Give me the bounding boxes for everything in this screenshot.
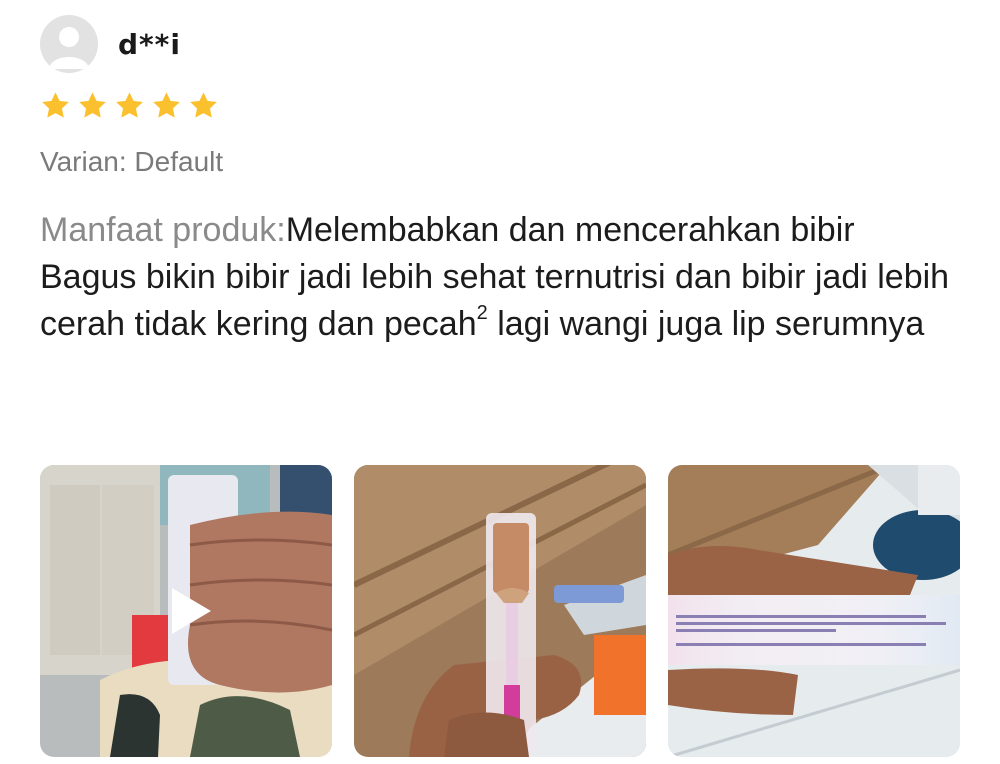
product-photo-image	[354, 465, 646, 757]
star-icon	[190, 92, 217, 118]
benefit-text: Melembabkan dan mencerahkan bibir	[285, 211, 855, 249]
review-text: Manfaat produk:Melembabkan dan mencerahk…	[40, 207, 960, 348]
star-icon	[79, 92, 106, 118]
star-rating	[40, 90, 219, 121]
review-media	[40, 465, 960, 757]
photo-thumbnail[interactable]	[354, 465, 646, 757]
video-thumbnail[interactable]	[40, 465, 332, 757]
star-icon	[153, 92, 180, 118]
product-box-photo-image	[668, 465, 960, 757]
reviewer-username[interactable]: d**i	[118, 28, 181, 61]
star-icon	[42, 92, 69, 118]
star-icon	[116, 92, 143, 118]
comment-superscript: 2	[476, 301, 488, 324]
avatar[interactable]	[40, 15, 98, 73]
photo-thumbnail[interactable]	[668, 465, 960, 757]
review-card: d**i Varian: Default Manfaat produk:Mele…	[0, 0, 1000, 764]
variant-label: Varian: Default	[40, 146, 224, 177]
comment-text-end: lagi wangi juga lip serumnya	[487, 305, 925, 343]
play-icon[interactable]	[168, 585, 214, 637]
review-header: d**i	[40, 14, 181, 74]
benefit-label: Manfaat produk:	[40, 211, 286, 249]
user-silhouette-icon	[49, 27, 89, 69]
